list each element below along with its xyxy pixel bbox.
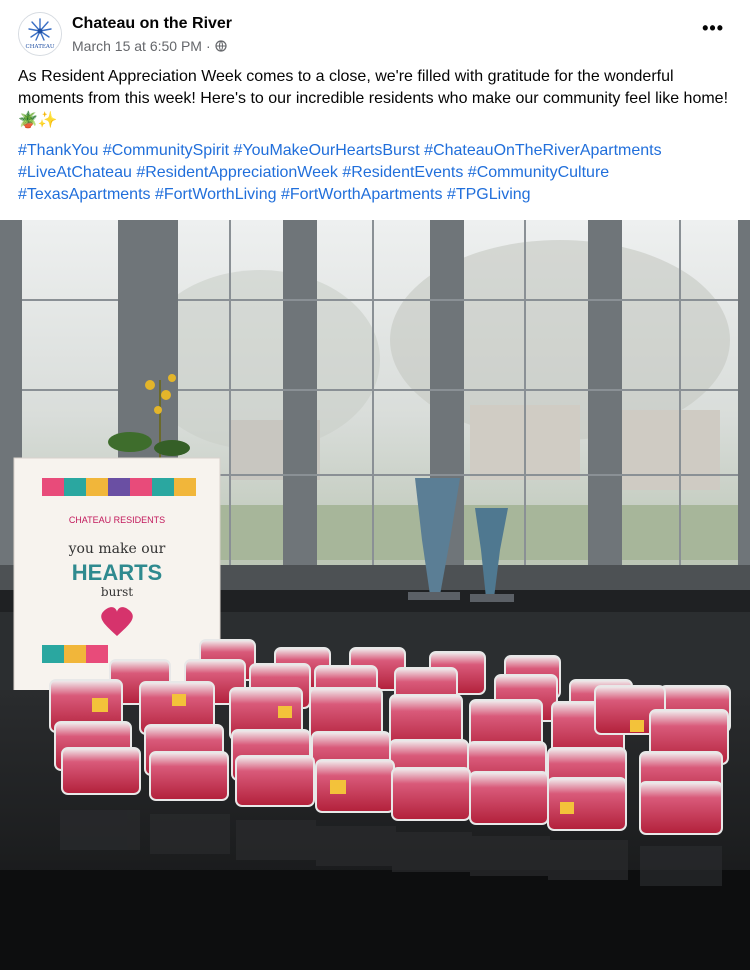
hashtag-link[interactable]: #ResidentEvents [342,164,463,181]
hashtag-link[interactable]: #ResidentAppreciationWeek [136,164,338,181]
hashtag-link[interactable]: #FortWorthLiving [155,186,277,203]
post-caption: As Resident Appreciation Week comes to a… [18,68,729,129]
svg-text:CHATEAU: CHATEAU [26,44,55,50]
hashtag-link[interactable]: #CommunityCulture [468,164,609,181]
page-name[interactable]: Chateau on the River [72,15,232,33]
meta-separator: · [205,38,211,54]
hashtag-link[interactable]: #CommunitySpirit [103,142,229,159]
photo-scene: CHATEAU RESIDENTS you make our HEARTS bu… [0,220,750,970]
svg-text:burst: burst [101,585,133,599]
svg-text:HEARTS: HEARTS [72,560,162,585]
post-timestamp[interactable]: March 15 at 6:50 PM [72,38,202,54]
hashtag-link[interactable]: #LiveAtChateau [18,164,132,181]
hashtag-link[interactable]: #FortWorthApartments [281,186,443,203]
svg-text:CHATEAU RESIDENTS: CHATEAU RESIDENTS [69,515,165,525]
hashtag-link[interactable]: #YouMakeOurHeartsBurst [234,142,420,159]
hashtag-link[interactable]: #ThankYou [18,142,98,159]
globe-icon[interactable] [215,40,227,52]
hashtag-link[interactable]: #ChateauOnTheRiverApartments [424,142,661,159]
page-avatar[interactable]: CHATEAU [18,12,62,56]
facebook-post: CHATEAU Chateau on the River March 15 at… [0,0,750,970]
post-photo[interactable]: CHATEAU RESIDENTS you make our HEARTS bu… [0,220,750,970]
post-header: CHATEAU Chateau on the River March 15 at… [18,12,732,62]
post-meta: March 15 at 6:50 PM · [72,38,227,54]
hashtag-list: #ThankYou #CommunitySpirit #YouMakeOurHe… [18,140,732,206]
hashtag-link[interactable]: #TPGLiving [447,186,531,203]
more-options-icon[interactable]: ••• [702,18,724,39]
avatar-logo-icon: CHATEAU [19,13,61,55]
svg-text:you make our: you make our [68,541,166,557]
hashtag-link[interactable]: #TexasApartments [18,186,151,203]
